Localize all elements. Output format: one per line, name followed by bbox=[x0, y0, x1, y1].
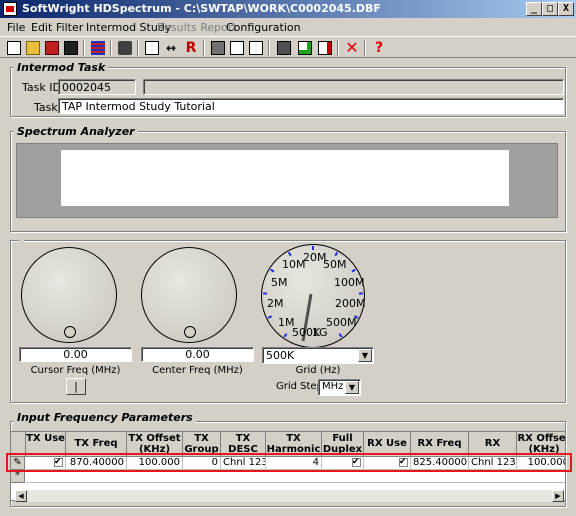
input-frequency-title: Input Frequency Parameters bbox=[14, 411, 196, 424]
scroll-left-icon[interactable]: ◀ bbox=[15, 490, 27, 502]
dial-tick bbox=[267, 315, 273, 319]
toolbar: ↔ R ✕ ? bbox=[0, 36, 576, 58]
app-icon bbox=[3, 2, 17, 16]
dial-tick bbox=[334, 251, 339, 257]
grid-caption: Grid (Hz) bbox=[295, 365, 341, 376]
menu-edit[interactable]: Edit bbox=[31, 21, 52, 34]
dial-tick bbox=[287, 251, 292, 257]
scroll-right-icon[interactable]: ▶ bbox=[552, 490, 564, 502]
chevron-down-icon[interactable]: ▼ bbox=[358, 349, 372, 362]
toolbar-separator bbox=[268, 40, 270, 56]
dial-tick bbox=[351, 268, 356, 273]
minimize-button[interactable]: _ bbox=[526, 2, 542, 16]
toolbar-separator bbox=[83, 40, 85, 56]
grid-select-value: 500K bbox=[266, 349, 295, 362]
dial-label-200m: 200M bbox=[335, 297, 366, 310]
doc2-icon[interactable] bbox=[247, 39, 265, 57]
center-freq-knob[interactable] bbox=[141, 247, 237, 343]
grid-step-label: Grid Step bbox=[276, 381, 323, 392]
dial-label-50m: 50M bbox=[323, 258, 347, 271]
intermod-task-title: Intermod Task bbox=[14, 61, 109, 74]
row-highlight bbox=[6, 453, 572, 472]
import-icon[interactable] bbox=[143, 39, 161, 57]
grid-step-select[interactable]: MHz ▼ bbox=[318, 379, 361, 396]
toolbar-separator bbox=[110, 40, 112, 56]
delete-icon[interactable]: ✕ bbox=[343, 39, 361, 57]
dial-tick bbox=[283, 333, 288, 338]
menu-file[interactable]: File bbox=[7, 21, 25, 34]
small-button[interactable]: | bbox=[66, 378, 86, 395]
toolbar-separator bbox=[337, 40, 339, 56]
spectrum-display bbox=[16, 143, 558, 218]
dial-label-10m: 10M bbox=[282, 258, 306, 271]
title-bar: SoftWright HDSpectrum - C:\SWTAP\WORK\C0… bbox=[0, 0, 576, 18]
task-id-field[interactable]: 0002045 bbox=[58, 79, 136, 95]
save-icon[interactable] bbox=[62, 39, 80, 57]
arrows-icon[interactable]: ↔ bbox=[162, 39, 180, 57]
dial-label-100m: 100M bbox=[334, 276, 365, 289]
close-button[interactable]: X bbox=[558, 2, 574, 16]
window-title: SoftWright HDSpectrum - C:\SWTAP\WORK\C0… bbox=[22, 2, 381, 15]
r-icon[interactable]: R bbox=[182, 39, 200, 57]
edit-icon[interactable] bbox=[296, 39, 314, 57]
db-icon[interactable] bbox=[43, 39, 61, 57]
doc-icon[interactable] bbox=[228, 39, 246, 57]
cursor-freq-knob[interactable] bbox=[21, 247, 117, 343]
menu-configuration[interactable]: Configuration bbox=[226, 21, 301, 34]
table-horizontal-scrollbar[interactable]: ◀ ▶ bbox=[15, 490, 564, 502]
dial-label-500m: 500M bbox=[326, 316, 357, 329]
open-icon[interactable] bbox=[24, 39, 42, 57]
spectrum-analyzer-title: Spectrum Analyzer bbox=[14, 125, 138, 138]
knob-indicator bbox=[64, 326, 76, 338]
menu-results-report[interactable]: Results Report bbox=[157, 21, 237, 34]
task-label: Task bbox=[34, 101, 58, 114]
dial-label-1g: 1G bbox=[312, 326, 328, 339]
exit-icon[interactable] bbox=[316, 39, 334, 57]
center-freq-caption: Center Freq (MHz) bbox=[152, 365, 243, 376]
center-freq-field[interactable]: 0.00 bbox=[141, 347, 254, 362]
chevron-down-icon[interactable]: ▼ bbox=[345, 381, 359, 394]
spectrum-plot-area bbox=[61, 150, 509, 206]
new-icon[interactable] bbox=[5, 39, 23, 57]
print2-icon[interactable] bbox=[209, 39, 227, 57]
controls-group-gap bbox=[19, 237, 24, 243]
toolbar-separator bbox=[203, 40, 205, 56]
menu-filter[interactable]: Filter bbox=[56, 21, 83, 34]
dial-tick bbox=[270, 268, 275, 273]
help-icon[interactable]: ? bbox=[370, 39, 388, 57]
dial-label-2m: 2M bbox=[267, 297, 284, 310]
cursor-freq-caption: Cursor Freq (MHz) bbox=[30, 365, 121, 376]
cursor-freq-field[interactable]: 0.00 bbox=[19, 347, 132, 362]
maximize-button[interactable]: □ bbox=[542, 2, 558, 16]
dial-label-5m: 5M bbox=[271, 276, 288, 289]
list-icon[interactable] bbox=[89, 39, 107, 57]
toolbar-separator bbox=[364, 40, 366, 56]
menu-bar: File Edit Filter Intermod Study Results … bbox=[0, 18, 576, 36]
print3-icon[interactable] bbox=[275, 39, 293, 57]
knob-indicator bbox=[184, 326, 196, 338]
printer-icon[interactable] bbox=[116, 39, 134, 57]
task-field[interactable]: TAP Intermod Study Tutorial bbox=[58, 98, 564, 114]
grid-select[interactable]: 500K ▼ bbox=[262, 347, 374, 364]
task-id-extra-field bbox=[143, 79, 564, 95]
toolbar-separator bbox=[137, 40, 139, 56]
grid-step-value: MHz bbox=[322, 381, 344, 392]
dial-tick bbox=[338, 333, 343, 338]
